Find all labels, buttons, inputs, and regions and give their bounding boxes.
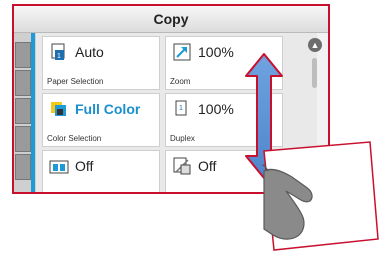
color-icon xyxy=(51,102,66,116)
chevron-up-icon[interactable]: ▲ xyxy=(308,38,322,52)
color-selection-tile[interactable]: Full Color Color Selection xyxy=(42,93,160,147)
paper-tray-icon: 1 xyxy=(51,43,65,60)
selected-indicator xyxy=(31,33,35,192)
left-tab[interactable] xyxy=(15,98,31,124)
combine-tile[interactable]: Off xyxy=(42,150,160,192)
left-tab[interactable] xyxy=(15,154,31,180)
screen-title: Copy xyxy=(14,6,328,33)
left-tab[interactable] xyxy=(15,126,31,152)
duplex-value: 100% xyxy=(198,101,234,117)
svg-text:1: 1 xyxy=(179,105,183,112)
svg-text:1: 1 xyxy=(57,53,61,60)
paper-selection-tile[interactable]: 1 Auto Paper Selection xyxy=(42,36,160,90)
left-tab[interactable] xyxy=(15,70,31,96)
combine-value: Off xyxy=(75,158,94,174)
zoom-label: Zoom xyxy=(170,77,191,86)
hand-gesture-icon xyxy=(262,141,379,251)
color-selection-value: Full Color xyxy=(75,101,141,117)
scrollbar-thumb[interactable] xyxy=(312,58,317,88)
combine-icon xyxy=(49,160,69,174)
duplex-label: Duplex xyxy=(170,134,195,143)
duplex-icon: 1 xyxy=(175,100,187,116)
zoom-value: 100% xyxy=(198,44,234,60)
color-selection-label: Color Selection xyxy=(47,134,102,143)
zoom-arrow-icon xyxy=(173,43,191,61)
paper-selection-label: Paper Selection xyxy=(47,77,104,86)
paper-selection-value: Auto xyxy=(75,44,104,60)
density-icon xyxy=(173,157,191,175)
left-tab[interactable] xyxy=(15,42,31,68)
density-value: Off xyxy=(198,158,217,174)
